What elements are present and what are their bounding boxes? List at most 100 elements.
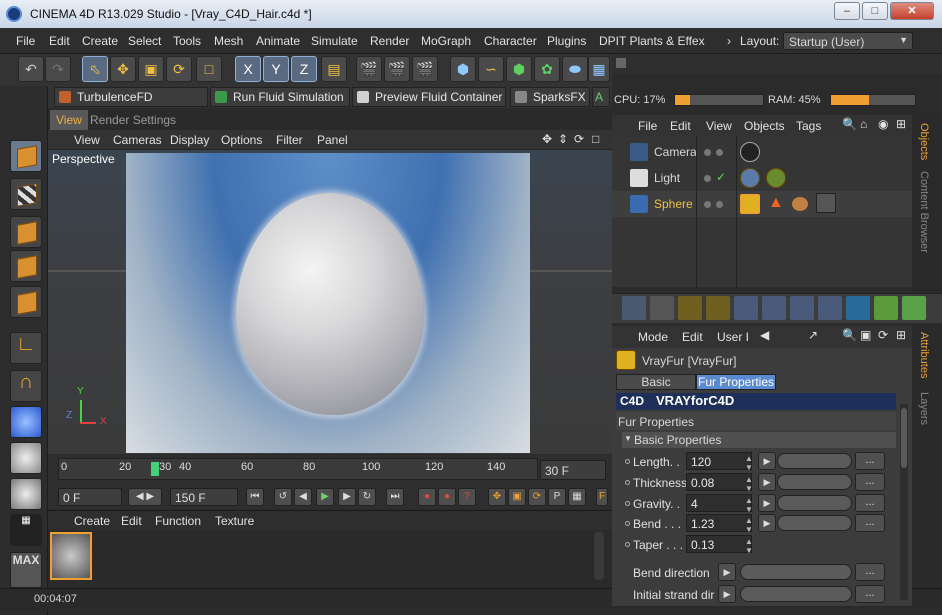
viewport-menu-panel[interactable]: Panel [317, 133, 348, 147]
run-fluid-simulation-button[interactable]: Run Fluid Simulation [210, 87, 350, 107]
field-arrow-button[interactable]: ▶ [758, 452, 776, 470]
previous-key-icon[interactable]: ↺ [274, 488, 292, 506]
attr-menu-user[interactable]: User I [717, 330, 749, 344]
timeline-options-icon[interactable]: F [596, 488, 608, 506]
menu-character[interactable]: Character [484, 34, 537, 48]
live-selection-icon[interactable]: ⬁ [82, 56, 108, 82]
menu-mograph[interactable]: MoGraph [421, 34, 471, 48]
vray-bridge-icon[interactable] [622, 296, 646, 320]
menu-plugins[interactable]: Plugins [547, 34, 586, 48]
attr-menu-edit[interactable]: Edit [682, 330, 703, 344]
previous-frame-icon[interactable]: ◀ [294, 488, 312, 506]
next-key-icon[interactable]: ↻ [358, 488, 376, 506]
world-coordinates-icon[interactable]: ▤ [321, 56, 347, 82]
spinner-icon[interactable]: ▲ ▼ [745, 454, 753, 472]
workplane-icon[interactable] [10, 442, 42, 474]
tab-render-settings[interactable]: Render Settings [84, 110, 182, 130]
search-icon[interactable]: 🔍 [842, 328, 857, 342]
viewport-menu-display[interactable]: Display [170, 133, 209, 147]
taper-input[interactable]: 0.13 [686, 535, 752, 553]
snap-magnet-icon[interactable]: ∩ [10, 370, 42, 402]
lock-icon[interactable]: ▣ [860, 328, 871, 342]
menu-file[interactable]: File [16, 34, 35, 48]
field-slider[interactable] [740, 564, 852, 580]
spinner-icon[interactable]: ▲ ▼ [745, 475, 753, 493]
texture-mode-icon[interactable] [10, 178, 42, 210]
home-icon[interactable]: ⌂ [860, 117, 867, 131]
tab-basic[interactable]: Basic [616, 374, 696, 390]
spinner-icon[interactable]: ▲ ▼ [745, 537, 753, 555]
object-menu-tags[interactable]: Tags [796, 119, 821, 133]
close-button[interactable]: ✕ [890, 2, 934, 20]
visibility-dot[interactable] [704, 201, 711, 208]
enabled-check-icon[interactable]: ✓ [716, 170, 726, 184]
animate-bullet-icon[interactable] [625, 501, 630, 506]
move-icon[interactable]: ✥ [110, 56, 136, 82]
render-dot[interactable] [716, 201, 723, 208]
phong-tag-icon[interactable]: ▲ [768, 194, 784, 212]
menu-mesh[interactable]: Mesh [214, 34, 243, 48]
sd-bin-icon[interactable] [734, 296, 758, 320]
sphere-grid-icon[interactable] [874, 296, 898, 320]
sculpt-icon[interactable] [10, 406, 42, 438]
start-frame-field[interactable]: 0 F [58, 488, 122, 506]
key-position-icon[interactable]: ✥ [488, 488, 506, 506]
viewport-pan-icon[interactable]: ✥ [542, 132, 552, 146]
visibility-dot[interactable] [704, 149, 711, 156]
model-mode-icon[interactable] [10, 140, 42, 172]
new-window-icon[interactable]: ⊞ [896, 117, 906, 131]
polygons-mode-icon[interactable] [10, 286, 42, 318]
field-arrow-button[interactable]: ▶ [758, 514, 776, 532]
redo-icon[interactable]: ↷ [45, 56, 71, 82]
object-menu-objects[interactable]: Objects [744, 119, 785, 133]
go-to-start-icon[interactable]: ⏮ [246, 488, 264, 506]
viewport-menu-filter[interactable]: Filter [276, 133, 303, 147]
visibility-dot[interactable] [704, 175, 711, 182]
keyframe-help-icon[interactable]: ? [458, 488, 476, 506]
points-mode-icon[interactable] [10, 216, 42, 248]
timeline-ruler[interactable]: 0 20 30 40 60 80 100 120 140 [58, 458, 538, 480]
viewport-menu-options[interactable]: Options [221, 133, 262, 147]
side-tab-objects[interactable]: Objects [918, 123, 930, 160]
menu-edit[interactable]: Edit [49, 34, 70, 48]
render-dot[interactable] [716, 149, 723, 156]
edit-render-settings-icon[interactable]: 🎬 [412, 56, 438, 82]
gravity-input[interactable]: 4 [686, 494, 752, 512]
field-more-button[interactable]: ... [855, 585, 885, 603]
viewport-menu-view[interactable]: View [74, 133, 100, 147]
attribute-scrollbar[interactable] [900, 404, 908, 600]
menu-select[interactable]: Select [128, 34, 161, 48]
bend-input[interactable]: 1.23 [686, 514, 752, 532]
field-more-button[interactable]: ... [855, 514, 885, 532]
sd-cube-icon[interactable] [762, 296, 786, 320]
current-frame-field[interactable]: 30 F [540, 460, 606, 480]
minimize-button[interactable]: – [834, 2, 860, 20]
search-icon[interactable]: 🔍 [842, 117, 857, 131]
object-row-camera[interactable]: Camera [612, 139, 912, 165]
material-menu-create[interactable]: Create [74, 514, 110, 528]
axis-mode-icon[interactable]: ∟ [10, 332, 42, 364]
viewport-rotate-icon[interactable]: ⟳ [574, 132, 584, 146]
rotate-icon[interactable]: ⟳ [166, 56, 192, 82]
record-keys-icon[interactable]: ● [418, 488, 436, 506]
end-frame-field[interactable]: 150 F [170, 488, 238, 506]
texture-tag-icon[interactable] [792, 197, 808, 211]
perspective-viewport[interactable]: Perspective Y X Z [48, 150, 612, 454]
animate-bullet-icon[interactable] [625, 459, 630, 464]
object-row-sphere[interactable]: Sphere ▲ [612, 191, 912, 217]
light-tag-icon[interactable] [740, 168, 760, 188]
clapper-icon[interactable]: ▦ [10, 514, 42, 546]
tab-view[interactable]: View [50, 110, 88, 130]
material-scrollbar[interactable] [594, 532, 604, 580]
go-to-end-icon[interactable]: ⏭ [386, 488, 404, 506]
next-frame-icon[interactable]: ▶ [338, 488, 356, 506]
length-input[interactable]: 120 [686, 452, 752, 470]
field-slider[interactable] [777, 453, 852, 469]
field-arrow-button[interactable]: ▶ [718, 563, 736, 581]
menu-simulate[interactable]: Simulate [311, 34, 358, 48]
spinner-icon[interactable]: ▲ ▼ [745, 496, 753, 514]
material-menu-texture[interactable]: Texture [215, 514, 254, 528]
field-more-button[interactable]: ... [855, 473, 885, 491]
field-slider[interactable] [777, 474, 852, 490]
key-parameter-icon[interactable]: P [548, 488, 566, 506]
